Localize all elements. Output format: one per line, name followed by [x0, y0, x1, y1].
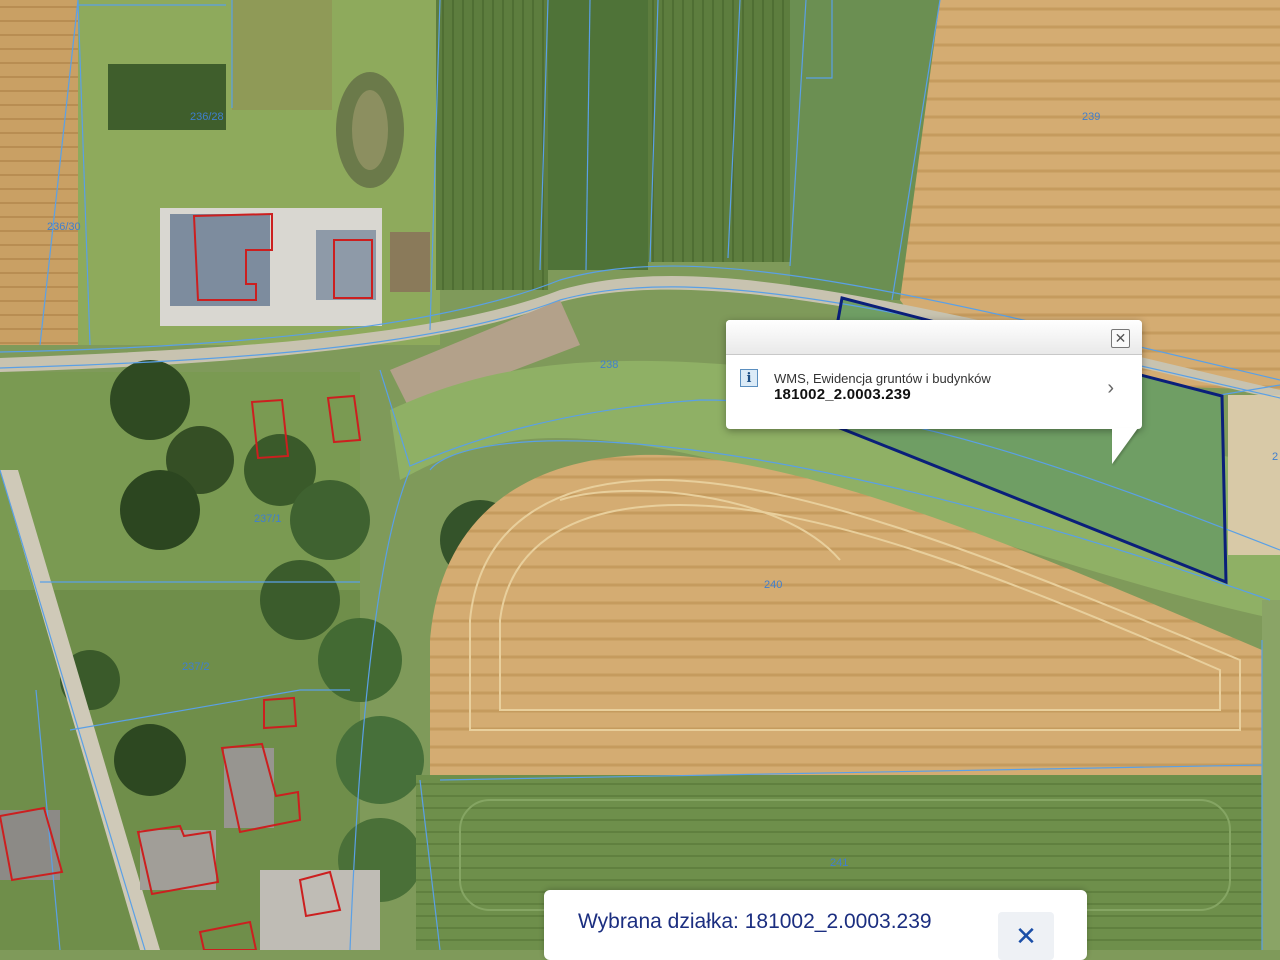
- parcel-label-236-28: 236/28: [190, 111, 224, 123]
- map-view[interactable]: 236/30 236/28 238 239 237/1 237/2 240 24…: [0, 0, 1280, 951]
- info-icon: i: [740, 369, 758, 387]
- parcel-label-237-2: 237/2: [182, 661, 210, 673]
- pond-inner: [352, 90, 388, 170]
- parcel-label-2: 2: [1272, 451, 1278, 463]
- field-green-3: [648, 0, 798, 262]
- parcel-label-237-1: 237/1: [254, 513, 282, 525]
- parcel-label-236-30: 236/30: [47, 221, 81, 233]
- yard-lower: [260, 870, 380, 950]
- popup-pointer: [1112, 428, 1138, 464]
- selected-parcel-label: Wybrana działka: 181002_2.0003.239: [578, 910, 932, 933]
- roof-house-1: [0, 810, 60, 880]
- field-green-2: [548, 0, 648, 270]
- close-icon[interactable]: ✕: [1111, 329, 1130, 348]
- close-icon[interactable]: ✕: [998, 912, 1054, 960]
- identify-popup: ✕ i WMS, Ewidencja gruntów i budynków 18…: [726, 320, 1142, 464]
- popup-result-row[interactable]: i WMS, Ewidencja gruntów i budynków 1810…: [726, 355, 1142, 429]
- field-right-edge: [1228, 395, 1280, 555]
- parcel-id: 181002_2.0003.239: [774, 386, 911, 403]
- field-green-1: [436, 0, 548, 290]
- roof-house-2: [140, 830, 216, 890]
- popup-header: ✕: [726, 320, 1142, 355]
- field-meadow: [232, 0, 332, 110]
- parcel-label-238: 238: [600, 359, 618, 371]
- parcel-label-241: 241: [830, 857, 848, 869]
- field-wheat-left: [0, 0, 90, 345]
- layer-name: WMS, Ewidencja gruntów i budynków: [774, 371, 991, 386]
- parcel-label-239: 239: [1082, 111, 1100, 123]
- sheds: [390, 232, 430, 292]
- orthophoto-map[interactable]: 236/30 236/28 238 239 237/1 237/2 240 24…: [0, 0, 1280, 951]
- parcel-label-240: 240: [764, 579, 782, 591]
- chevron-right-icon[interactable]: ›: [1107, 377, 1114, 400]
- field-right-strip: [1262, 600, 1280, 950]
